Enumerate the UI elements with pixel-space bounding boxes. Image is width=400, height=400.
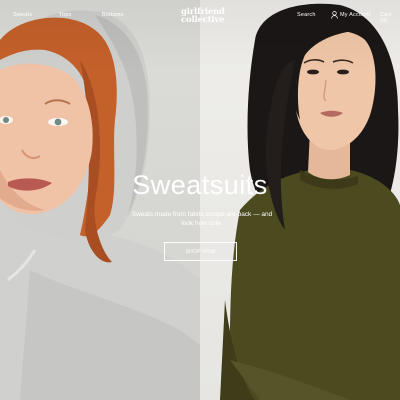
search-link[interactable]: Search [297, 12, 316, 18]
hero-banner[interactable]: Sweats Tops Bottoms girlfriend collectiv… [0, 0, 400, 400]
cart-link[interactable]: Cart (0) [380, 12, 400, 24]
nav-link-sweats[interactable]: Sweats [13, 12, 32, 18]
hero-subcopy: Sweats made from fabric scraps are back … [131, 211, 273, 227]
nav-link-bottoms[interactable]: Bottoms [102, 12, 124, 18]
nav-link-tops[interactable]: Tops [59, 12, 71, 18]
logo-line-2: collective [181, 15, 225, 25]
site-header: Sweats Tops Bottoms girlfriend collectiv… [0, 0, 400, 34]
user-icon[interactable] [331, 11, 338, 19]
shop-now-button[interactable]: SHOP NOW [164, 242, 237, 261]
hero-headline: Sweatsuits [132, 170, 268, 200]
brand-logo[interactable]: girlfriend collective [181, 8, 225, 25]
account-link[interactable]: My Account [340, 12, 370, 18]
